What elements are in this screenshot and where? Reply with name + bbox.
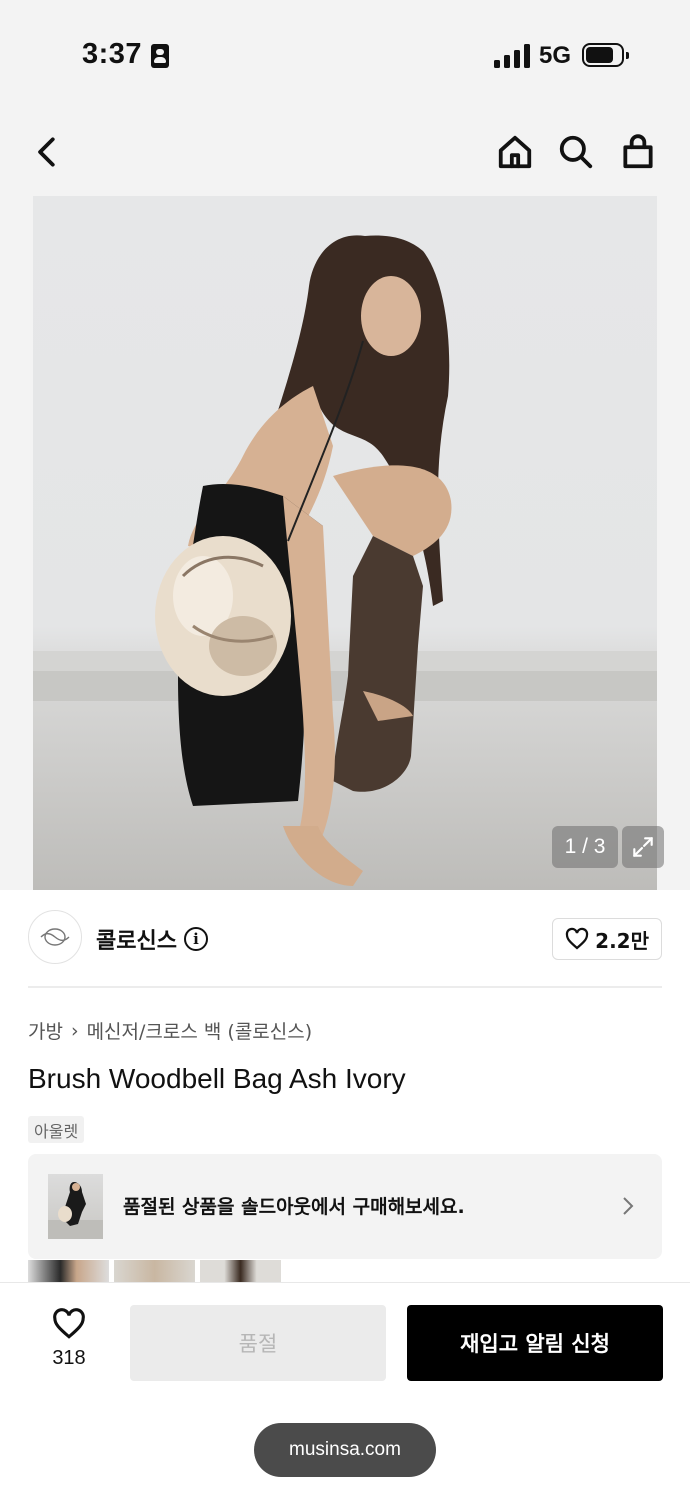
breadcrumb: 가방 › 메신저/크로스 백 (콜로신스)	[28, 1017, 312, 1044]
related-thumbnail[interactable]	[200, 1260, 281, 1284]
related-thumbnail[interactable]	[114, 1260, 195, 1284]
expand-arrows-icon	[633, 837, 653, 857]
info-icon[interactable]: i	[184, 927, 208, 951]
product-photo	[33, 196, 657, 890]
product-title: Brush Woodbell Bag Ash Ivory	[28, 1063, 406, 1094]
brand-name[interactable]: 콜로신스	[96, 923, 177, 955]
shopping-bag-icon	[623, 134, 653, 169]
brand-row: 콜로신스 i 2.2만	[28, 910, 662, 968]
chevron-right-icon	[618, 1194, 638, 1218]
wishlist-count: 318	[52, 1347, 86, 1369]
related-thumbnail[interactable]	[28, 1260, 109, 1284]
search-button[interactable]	[554, 130, 598, 174]
home-button[interactable]	[493, 130, 537, 174]
soldout-button: 품절	[130, 1305, 386, 1381]
top-nav-bar	[0, 110, 690, 196]
divider	[28, 986, 662, 988]
browser-url-pill[interactable]: musinsa.com	[254, 1423, 436, 1477]
search-icon	[559, 135, 593, 169]
chevron-left-icon	[38, 137, 55, 167]
status-bar: 3:37 5G	[0, 0, 690, 110]
breadcrumb-item-subcategory[interactable]: 메신저/크로스 백 (콜로신스)	[87, 1017, 313, 1044]
expand-image-button[interactable]	[622, 826, 664, 868]
banner-thumbnail	[48, 1174, 103, 1239]
outlet-badge: 아울렛	[28, 1116, 85, 1143]
network-type: 5G	[539, 42, 572, 69]
wishlist-button[interactable]: 318	[38, 1307, 100, 1377]
breadcrumb-separator: ›	[70, 1019, 79, 1042]
battery-icon	[582, 43, 629, 67]
cart-button[interactable]	[616, 130, 660, 174]
soldout-banner[interactable]: 품절된 상품을 솔드아웃에서 구매해보세요.	[28, 1154, 662, 1259]
image-page-counter: 1 / 3	[552, 826, 618, 868]
status-time: 3:37	[82, 38, 143, 70]
brand-like-count: 2.2만	[595, 928, 649, 953]
brand-logo-icon	[40, 928, 70, 946]
product-image-carousel[interactable]: 1 / 3	[0, 196, 690, 890]
brand-logo[interactable]	[28, 910, 82, 964]
back-button[interactable]	[26, 130, 70, 174]
soldout-banner-text: 품절된 상품을 솔드아웃에서 구매해보세요.	[123, 1196, 465, 1218]
cellular-signal-icon	[494, 44, 530, 68]
breadcrumb-item-category[interactable]: 가방	[28, 1017, 63, 1044]
home-icon	[498, 135, 532, 169]
heart-outline-icon	[53, 1308, 85, 1339]
person-card-icon	[151, 44, 169, 68]
related-thumbnails	[28, 1260, 281, 1284]
heart-outline-icon	[566, 927, 589, 950]
brand-like-button[interactable]: 2.2만	[552, 918, 662, 960]
restock-alert-button[interactable]: 재입고 알림 신청	[407, 1305, 663, 1381]
bottom-action-bar: 318 품절 재입고 알림 신청 musinsa.com	[0, 1282, 690, 1500]
model-photo-illustration	[33, 235, 657, 886]
